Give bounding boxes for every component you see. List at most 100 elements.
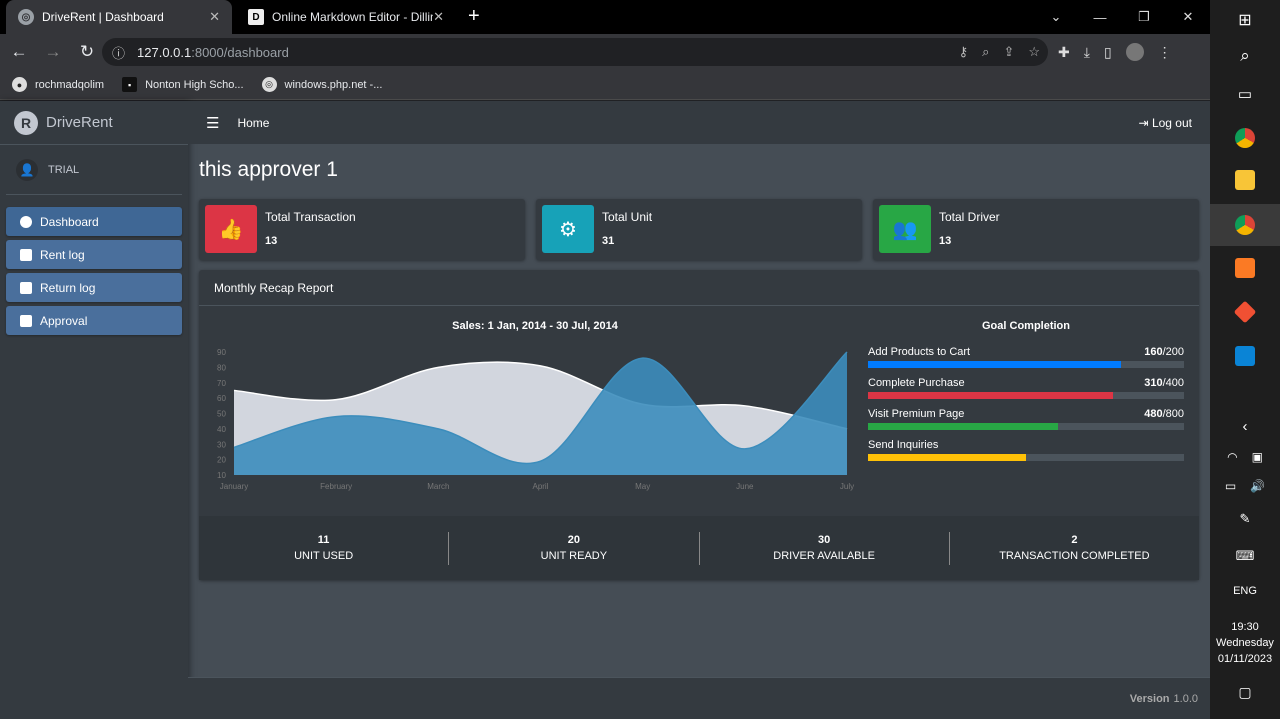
wifi-icon[interactable]: ◠ — [1227, 450, 1237, 464]
tray-icons: ▭ 🔊 — [1210, 476, 1280, 496]
info-box-transaction: 👍 Total Transaction 13 — [199, 199, 525, 260]
address-bar: ← → ↻ ⓘ 127.0.0.1:8000/dashboard ⚷ ⌕ ⇪ ☆… — [0, 34, 1210, 70]
sidebar-item-return-log[interactable]: Return log — [6, 273, 182, 302]
maximize-button[interactable]: ❐ — [1122, 0, 1166, 34]
bookmark-item[interactable]: ● rochmadqolim — [12, 77, 104, 92]
site-icon: ▪ — [122, 77, 138, 92]
bookmark-item[interactable]: ▪ Nonton High Scho... — [122, 77, 244, 92]
chrome-icon[interactable] — [1210, 204, 1280, 246]
users-icon: 👥 — [879, 205, 931, 253]
progress-bar — [868, 392, 1184, 399]
goal-item: Complete Purchase 310/400 — [868, 377, 1184, 399]
back-button[interactable]: ← — [4, 42, 34, 62]
sidebar-item-label: Return log — [40, 280, 96, 295]
clock-time[interactable]: 19:30 — [1210, 621, 1280, 633]
goal-total: /800 — [1162, 408, 1184, 420]
stat-driver-available: 30 DRIVER AVAILABLE — [700, 531, 950, 565]
close-window-button[interactable]: ✕ — [1166, 0, 1210, 34]
download-icon[interactable]: ⤓ — [1084, 44, 1090, 61]
tab-driverent[interactable]: ◎ DriveRent | Dashboard ✕ — [6, 0, 232, 34]
notification-icon[interactable]: ▢ — [1210, 682, 1280, 702]
stat-transaction-completed: 2 TRANSACTION COMPLETED — [950, 532, 1199, 565]
reload-button[interactable]: ↻ — [72, 42, 102, 62]
tachometer-icon — [20, 215, 32, 228]
x-tick-label: January — [220, 482, 248, 491]
task-view-icon[interactable]: ▭ — [1210, 80, 1280, 108]
file-explorer-icon[interactable] — [1210, 162, 1280, 198]
battery-icon[interactable]: ▭ — [1225, 479, 1236, 493]
minimize-button[interactable]: — — [1078, 0, 1122, 34]
y-tick-label: 70 — [217, 379, 226, 388]
goal-completion: Goal Completion Add Products to Cart 160/… — [868, 320, 1184, 470]
book-icon — [20, 281, 32, 294]
summary-stats: 11 UNIT USED 20 UNIT READY 30 DRIVER AVAILA… — [199, 516, 1199, 580]
progress-bar — [868, 454, 1184, 461]
info-icon[interactable]: ⓘ — [112, 43, 125, 62]
bookmark-label: rochmadqolim — [35, 78, 105, 91]
user-panel[interactable]: 👤 TRIAL — [6, 145, 182, 195]
key-icon[interactable]: ⚷ — [959, 44, 969, 60]
sidebar-item-label: Approval — [40, 313, 88, 328]
progress-fill — [868, 454, 1026, 461]
sidebar-item-dashboard[interactable]: Dashboard — [6, 207, 182, 236]
book-icon — [20, 314, 32, 327]
goal-current: 480 — [1144, 408, 1163, 420]
progress-fill — [868, 423, 1058, 430]
zoom-icon[interactable]: ⌕ — [982, 44, 989, 60]
star-icon[interactable]: ☆ — [1028, 44, 1040, 60]
bookmarks-bar: ● rochmadqolim ▪ Nonton High Scho... ◎ wind… — [0, 70, 1210, 100]
info-box-label: Total Unit — [602, 210, 653, 224]
tab-markdown-editor[interactable]: D Online Markdown Editor - Dilling ✕ — [236, 0, 456, 34]
chevron-left-icon[interactable]: ‹ — [1210, 415, 1280, 437]
vscode-icon[interactable] — [1210, 338, 1280, 374]
chevron-down-icon[interactable]: ⌄ — [1034, 0, 1078, 34]
sidebar-item-rent-log[interactable]: Rent log — [6, 240, 182, 269]
sidebar-item-approval[interactable]: Approval — [6, 306, 182, 335]
new-tab-button[interactable]: + — [468, 5, 480, 28]
menu-icon[interactable]: ⋮ — [1158, 44, 1172, 61]
monthly-recap-card: Monthly Recap Report Sales: 1 Jan, 2014 … — [199, 270, 1199, 580]
goal-total: /400 — [1162, 377, 1184, 389]
goal-item: Visit Premium Page 480/800 — [868, 408, 1184, 430]
close-icon[interactable]: ✕ — [433, 9, 444, 25]
share-icon[interactable]: ⇪ — [1003, 44, 1014, 60]
extensions-icon[interactable]: ✚ — [1058, 44, 1070, 61]
clock-day[interactable]: Wednesday — [1210, 637, 1280, 649]
logout-link[interactable]: ⇥ Log out — [1139, 116, 1192, 130]
close-icon[interactable]: ✕ — [209, 9, 220, 25]
bookmark-item[interactable]: ◎ windows.php.net -... — [261, 77, 382, 92]
search-icon[interactable]: ⌕ — [1210, 42, 1280, 70]
sidepanel-icon[interactable]: ▯ — [1104, 44, 1112, 61]
profile-avatar[interactable] — [1125, 43, 1144, 61]
clock-date[interactable]: 01/11/2023 — [1210, 653, 1280, 665]
tab-title: DriveRent | Dashboard — [42, 10, 164, 24]
book-icon — [20, 248, 32, 261]
forward-button[interactable]: → — [38, 42, 68, 62]
y-tick-label: 90 — [217, 348, 226, 357]
xampp-icon[interactable] — [1210, 250, 1280, 286]
y-tick-label: 40 — [217, 425, 226, 434]
volume-icon[interactable]: 🔊 — [1250, 479, 1265, 493]
stat-label: DRIVER AVAILABLE — [773, 550, 875, 562]
y-tick-label: 50 — [217, 410, 226, 419]
stat-label: TRANSACTION COMPLETED — [999, 550, 1150, 562]
chrome-icon[interactable] — [1210, 120, 1280, 156]
windows-start-icon[interactable]: ⊞ — [1210, 6, 1280, 34]
progress-bar — [868, 423, 1184, 430]
stat-unit-ready: 20 UNIT READY — [449, 531, 700, 565]
keyboard-icon[interactable]: ⌨ — [1210, 546, 1280, 566]
sidebar-menu: Dashboard Rent log Return log Approval — [0, 207, 188, 335]
url-input[interactable]: ⓘ 127.0.0.1:8000/dashboard ⚷ ⌕ ⇪ ☆ — [102, 38, 1048, 66]
gear-icon: ⚙ — [542, 205, 594, 253]
hamburger-icon[interactable]: ☰ — [206, 114, 219, 132]
monitor-icon[interactable]: ▣ — [1252, 450, 1263, 464]
info-box-unit: ⚙ Total Unit 31 — [536, 199, 862, 260]
nav-home-link[interactable]: Home — [237, 116, 269, 130]
user-icon: 👤 — [16, 158, 38, 181]
brand[interactable]: R DriveRent — [0, 101, 188, 145]
language-indicator[interactable]: ENG — [1210, 585, 1280, 597]
x-tick-label: June — [736, 482, 754, 491]
goal-title: Goal Completion — [982, 320, 1070, 332]
git-icon[interactable] — [1210, 294, 1280, 330]
pen-icon[interactable]: ✎ — [1210, 508, 1280, 530]
